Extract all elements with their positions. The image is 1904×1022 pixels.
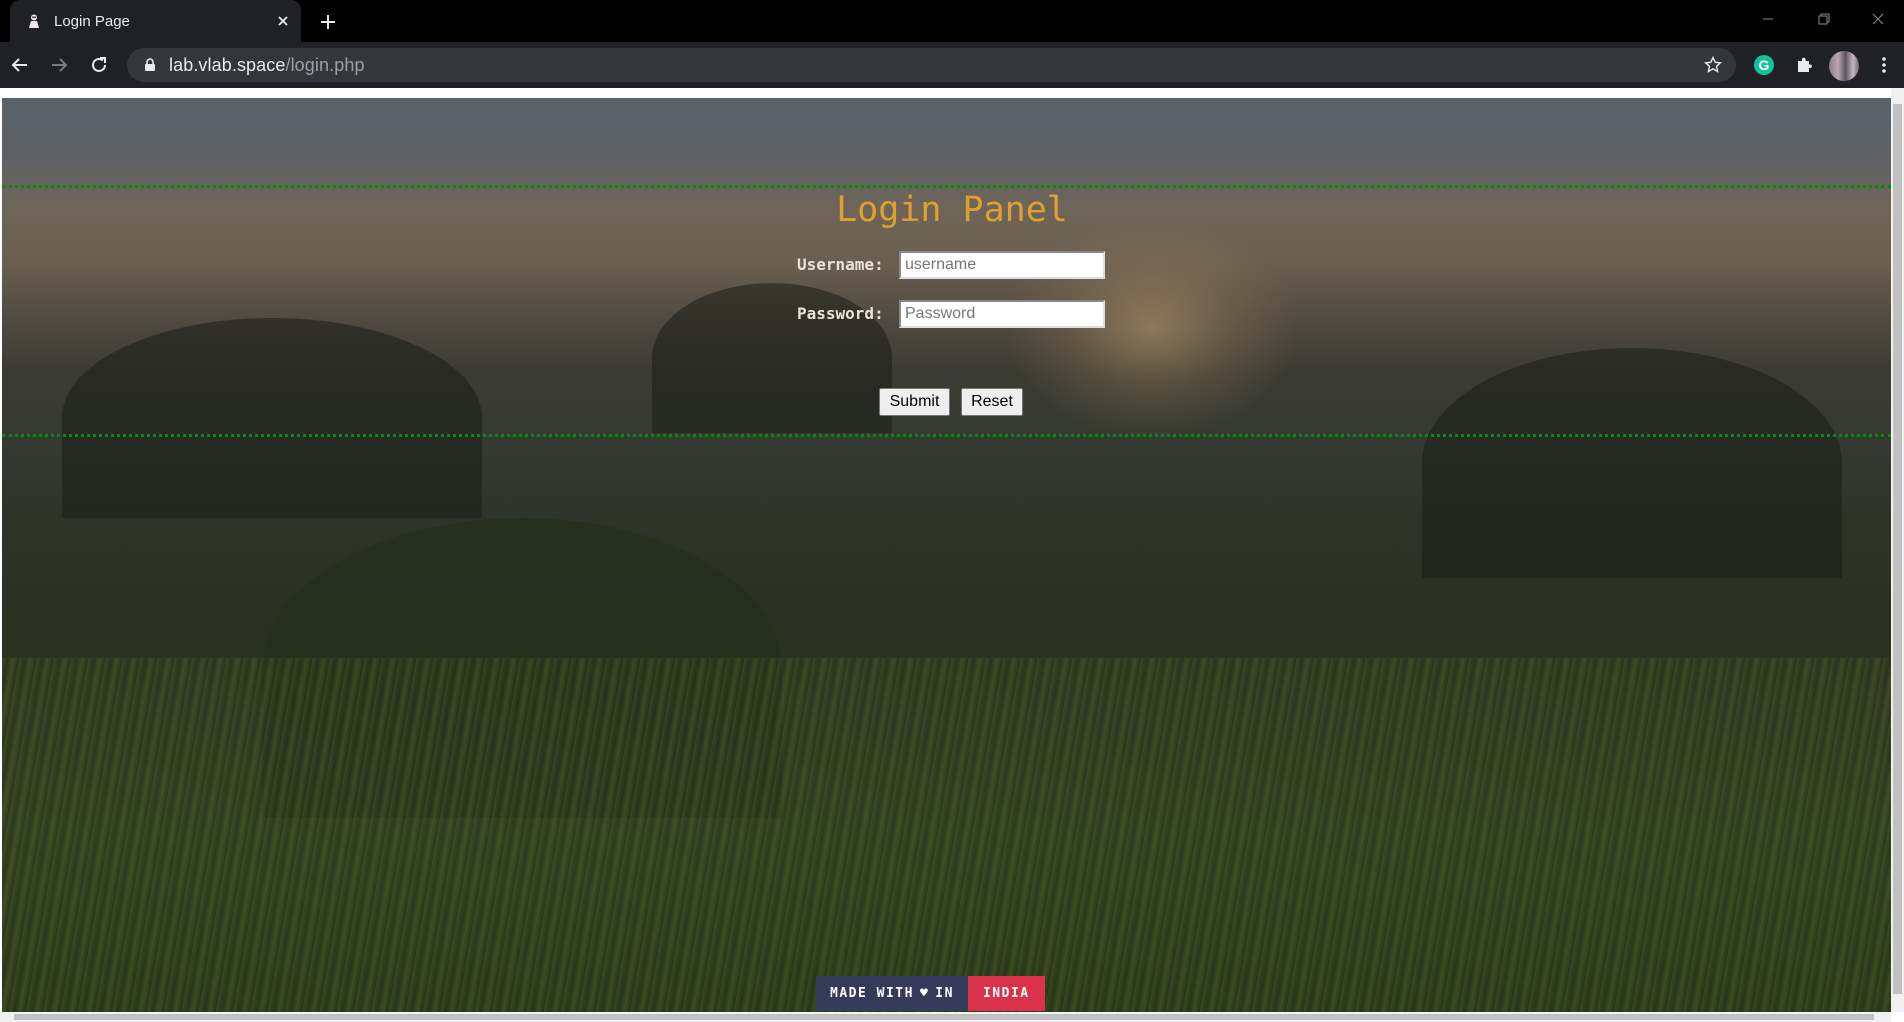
puzzle-piece-icon (1798, 57, 1812, 72)
vertical-scroll-thumb[interactable] (1893, 104, 1902, 994)
minimize-icon (1763, 18, 1773, 20)
close-window-button[interactable] (1852, 0, 1904, 38)
password-input[interactable] (899, 300, 1105, 328)
badge-in-text: IN (935, 986, 954, 1001)
restore-icon (1818, 13, 1830, 25)
made-in-india-badge[interactable]: MADE WITH ♥ IN INDIA (816, 976, 1045, 1011)
grass-foreground (2, 658, 1891, 1012)
url-host: lab.vlab.space (169, 54, 286, 75)
password-label: Password: (797, 304, 884, 323)
badge-right: INDIA (967, 976, 1045, 1011)
username-input[interactable] (899, 251, 1105, 279)
reload-icon (92, 57, 106, 72)
back-arrow-icon (11, 58, 27, 72)
login-panel-title: Login Panel (836, 190, 1068, 230)
forward-arrow-icon (52, 58, 68, 72)
url-path: /login.php (285, 54, 365, 75)
background-landscape-image (2, 98, 1891, 1012)
profile-avatar[interactable] (1829, 51, 1859, 81)
tab-title: Login Page (54, 12, 130, 30)
hacker-favicon-icon (29, 14, 39, 28)
extensions-button[interactable] (1792, 53, 1816, 77)
heart-icon: ♥ (919, 986, 930, 1001)
reset-button[interactable]: Reset (961, 388, 1023, 416)
badge-made-with-text: MADE WITH (830, 986, 914, 1001)
lock-icon[interactable] (143, 58, 157, 72)
url-text: lab.vlab.space/login.php (169, 55, 365, 76)
new-tab-icon[interactable] (317, 11, 339, 33)
grammarly-extension-button[interactable]: G (1752, 53, 1776, 77)
reload-button[interactable] (83, 49, 115, 81)
login-box-bottom-border (2, 434, 1891, 437)
grammarly-icon: G (1754, 55, 1774, 75)
login-box-top-border (2, 185, 1891, 188)
minimize-button[interactable] (1740, 0, 1796, 38)
browser-toolbar: lab.vlab.space/login.php G (0, 42, 1904, 88)
restore-button[interactable] (1796, 0, 1852, 38)
browser-menu-button[interactable] (1872, 53, 1896, 77)
hill-silhouette (1422, 348, 1842, 578)
forward-button[interactable] (43, 49, 75, 81)
tab-strip: Login Page (0, 0, 1904, 42)
address-bar[interactable]: lab.vlab.space/login.php (127, 48, 1736, 82)
close-tab-icon[interactable] (275, 13, 291, 29)
browser-tab[interactable]: Login Page (10, 0, 301, 42)
close-window-icon (1872, 13, 1884, 25)
kebab-menu-icon (1882, 57, 1886, 73)
submit-button[interactable]: Submit (879, 388, 950, 416)
username-label: Username: (797, 255, 884, 274)
bookmark-star-icon[interactable] (1704, 56, 1722, 74)
hill-silhouette (62, 318, 482, 518)
badge-country-text: INDIA (982, 986, 1030, 1001)
back-button[interactable] (4, 49, 36, 81)
badge-left: MADE WITH ♥ IN (816, 976, 968, 1011)
horizontal-scroll-thumb[interactable] (14, 1014, 1874, 1020)
